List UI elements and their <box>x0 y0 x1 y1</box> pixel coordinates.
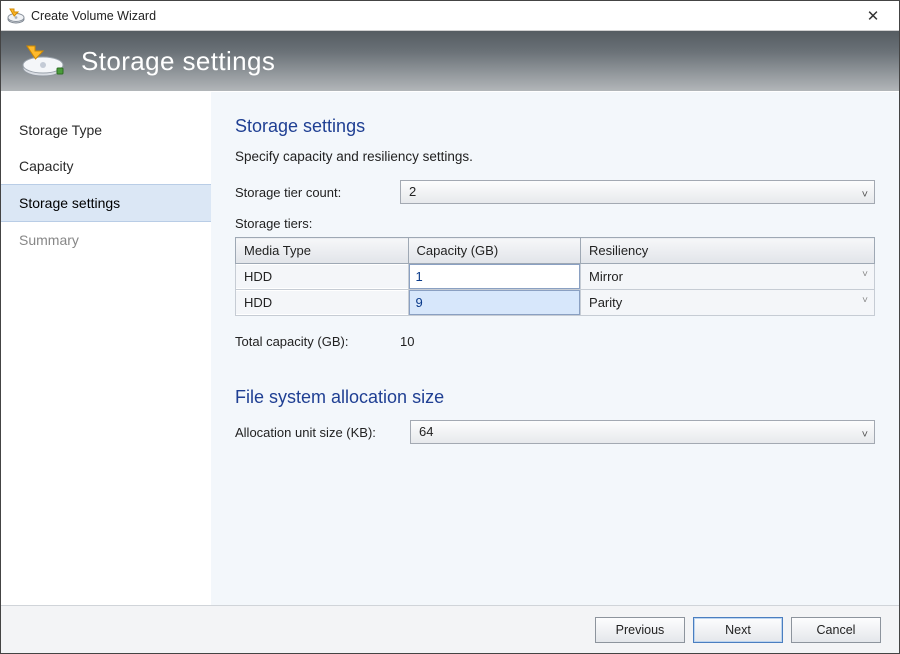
close-icon: ✕ <box>867 7 880 25</box>
drive-icon <box>21 44 65 78</box>
storage-tiers-table: Media Type Capacity (GB) Resiliency HDD … <box>235 237 875 316</box>
close-button[interactable]: ✕ <box>853 2 893 30</box>
wizard-window: Create Volume Wizard ✕ Storage settings … <box>0 0 900 654</box>
resiliency-select[interactable]: Mirror <box>581 264 874 289</box>
storage-settings-heading: Storage settings <box>235 116 875 137</box>
content-pane: Storage settings Specify capacity and re… <box>211 92 899 605</box>
col-capacity[interactable]: Capacity (GB) <box>408 238 581 264</box>
cell-media: HDD <box>236 265 408 288</box>
banner-heading: Storage settings <box>81 46 275 77</box>
tier-count-select[interactable]: 2 <box>400 180 875 204</box>
body: Storage Type Capacity Storage settings S… <box>1 92 899 605</box>
table-row: HDD Mirror <box>236 264 875 290</box>
cancel-button[interactable]: Cancel <box>791 617 881 643</box>
sidebar-item-storage-settings[interactable]: Storage settings <box>1 184 211 222</box>
fs-allocation-heading: File system allocation size <box>235 387 875 408</box>
table-row: HDD Parity <box>236 290 875 316</box>
col-resiliency[interactable]: Resiliency <box>581 238 875 264</box>
storage-settings-desc: Specify capacity and resiliency settings… <box>235 149 875 164</box>
capacity-input[interactable] <box>409 264 581 289</box>
sidebar-item-storage-type[interactable]: Storage Type <box>1 112 211 148</box>
sidebar-item-capacity[interactable]: Capacity <box>1 148 211 184</box>
titlebar: Create Volume Wizard ✕ <box>1 1 899 31</box>
total-capacity-row: Total capacity (GB): 10 <box>235 334 875 349</box>
next-button[interactable]: Next <box>693 617 783 643</box>
sidebar-item-summary[interactable]: Summary <box>1 222 211 258</box>
banner: Storage settings <box>1 31 899 91</box>
window-title: Create Volume Wizard <box>31 9 853 23</box>
tier-count-label: Storage tier count: <box>235 185 400 200</box>
tier-count-row: Storage tier count: 2 <box>235 180 875 204</box>
alloc-row: Allocation unit size (KB): 64 <box>235 420 875 444</box>
capacity-input[interactable] <box>409 290 581 315</box>
alloc-unit-select[interactable]: 64 <box>410 420 875 444</box>
sidebar: Storage Type Capacity Storage settings S… <box>1 92 211 605</box>
cell-media: HDD <box>236 291 408 314</box>
alloc-label: Allocation unit size (KB): <box>235 425 410 440</box>
previous-button[interactable]: Previous <box>595 617 685 643</box>
footer: Previous Next Cancel <box>1 605 899 653</box>
total-capacity-value: 10 <box>400 334 414 349</box>
storage-tiers-label: Storage tiers: <box>235 216 875 231</box>
resiliency-select[interactable]: Parity <box>581 290 874 315</box>
app-icon <box>7 8 25 24</box>
col-media-type[interactable]: Media Type <box>236 238 409 264</box>
total-capacity-label: Total capacity (GB): <box>235 334 400 349</box>
